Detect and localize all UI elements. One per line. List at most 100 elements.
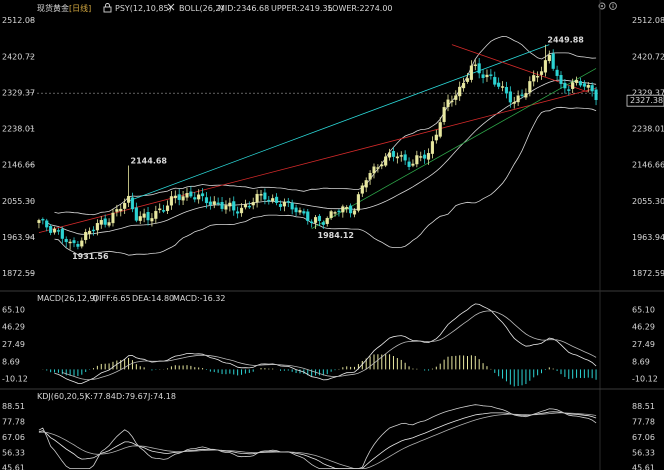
- candle-body: [497, 82, 501, 87]
- candle-body: [349, 205, 353, 214]
- kdj-k-line: [38, 411, 597, 470]
- period-label[interactable]: [日线]: [69, 3, 91, 13]
- candle-body: [56, 230, 60, 232]
- boll-label: BOLL(26,2): [179, 4, 224, 13]
- candle-body: [236, 211, 240, 214]
- candle-body: [41, 218, 45, 221]
- macd-dea: DEA:14.80: [132, 294, 174, 303]
- kdj-j-line: [38, 404, 597, 470]
- candle-body: [212, 201, 216, 205]
- candle-body: [364, 180, 368, 188]
- candle-body: [438, 122, 442, 137]
- candle-body: [251, 202, 255, 206]
- candle-body: [442, 107, 446, 122]
- candle-body: [232, 201, 236, 211]
- trendline-red: [38, 87, 597, 234]
- candle-body: [571, 82, 575, 89]
- candle-body: [158, 208, 162, 211]
- y-tick-label-right: 2420.72: [632, 52, 664, 61]
- candle-body: [216, 202, 220, 205]
- macd-panel[interactable]: 65.10 65.10 46.29 46.29 27.49 27.49 8.69 8.69 -1…: [0, 303, 664, 390]
- macd-diff-line: [54, 303, 597, 384]
- candle-body: [169, 196, 173, 206]
- boll-lower: LOWER:2274.00: [328, 4, 393, 13]
- trendline-green: [311, 68, 597, 230]
- candle-body: [578, 81, 583, 86]
- price-annotation: 1931.56: [72, 252, 109, 261]
- candle-body: [415, 155, 419, 165]
- candle-body: [520, 94, 524, 96]
- kdj-y-tick-right: 67.06: [632, 433, 655, 442]
- candle-body: [395, 156, 399, 159]
- price-annotation: 2144.68: [131, 156, 168, 165]
- candle-body: [434, 134, 438, 141]
- candle-body: [88, 230, 92, 235]
- macd-y-tick-left: 46.29: [2, 323, 25, 332]
- macd-y-tick-right: 65.10: [632, 305, 655, 314]
- candle-body: [384, 156, 388, 166]
- candle-body: [321, 222, 325, 225]
- candle-body: [103, 218, 107, 225]
- candle-body: [481, 74, 485, 78]
- candle-body: [582, 83, 586, 87]
- candle-body: [111, 212, 115, 224]
- y-tick-label-left: 2420.72: [2, 52, 35, 61]
- candle-body: [181, 196, 185, 201]
- macd-y-tick-right: 46.29: [632, 323, 655, 332]
- candle-body: [123, 203, 127, 209]
- candle-body: [528, 81, 532, 93]
- candle-body: [532, 75, 536, 82]
- candle-body: [555, 69, 559, 76]
- candle-body: [115, 209, 119, 212]
- y-tick-label-left: 2055.30: [2, 197, 35, 206]
- y-tick-label-right: 2238.01: [632, 125, 664, 134]
- candle-body: [403, 154, 407, 161]
- candle-body: [352, 210, 357, 215]
- macd-y-tick-right: 8.69: [632, 357, 650, 366]
- candle-body: [586, 85, 590, 88]
- candle-body: [594, 89, 598, 101]
- kdj-panel[interactable]: 88.51 88.51 77.78 77.78 67.06 67.06 56.33 56.33…: [2, 402, 655, 470]
- macd-y-tick-left: 65.10: [2, 305, 25, 314]
- candle-body: [516, 95, 520, 103]
- macd-y-tick-left: 27.49: [2, 340, 25, 349]
- candle-body: [500, 86, 505, 88]
- candle-body: [313, 217, 318, 223]
- candle-body: [208, 201, 212, 205]
- candle-body: [150, 218, 154, 222]
- candle-body: [146, 212, 150, 221]
- candle-body: [220, 202, 224, 209]
- kdj-y-tick-left: 45.61: [2, 464, 25, 470]
- lock-icon[interactable]: [103, 3, 112, 13]
- y-tick-label-left: 1963.94: [2, 233, 35, 242]
- candle-body: [243, 204, 247, 208]
- y-tick-label-right: 2055.30: [632, 197, 664, 206]
- candle-body: [189, 191, 193, 197]
- y-tick-label-right: 1872.59: [632, 269, 664, 278]
- y-tick-label-left: 2238.01: [2, 125, 35, 134]
- candle-body: [197, 194, 201, 200]
- candle-body: [126, 195, 131, 203]
- candle-body: [575, 80, 579, 83]
- chart-header: 现货黄金 [日线] PSY(12,10,85) BOLL(26,2) MID:2…: [37, 2, 617, 13]
- info-icon[interactable]: [609, 2, 617, 10]
- candle-body: [539, 71, 544, 75]
- price-annotation: 1984.12: [318, 231, 354, 240]
- kdj-title: KDJ(60,20,5): [37, 392, 88, 401]
- symbol-name: 现货黄金: [37, 3, 69, 13]
- candle-body: [489, 74, 493, 76]
- candle-body: [72, 240, 76, 244]
- candle-body: [329, 211, 333, 218]
- candle-body: [259, 194, 263, 196]
- candle-body: [255, 193, 259, 203]
- kdj-j: J:74.18: [147, 392, 176, 401]
- candle-body: [298, 210, 302, 213]
- candle-body: [263, 192, 267, 200]
- candle-body: [302, 211, 306, 214]
- candle-body: [536, 76, 540, 78]
- candle-body: [547, 54, 551, 62]
- candle-body: [138, 216, 142, 221]
- macd-diff: DIFF:6.65: [93, 294, 131, 303]
- candle-body: [204, 197, 209, 204]
- candle-body: [84, 232, 88, 241]
